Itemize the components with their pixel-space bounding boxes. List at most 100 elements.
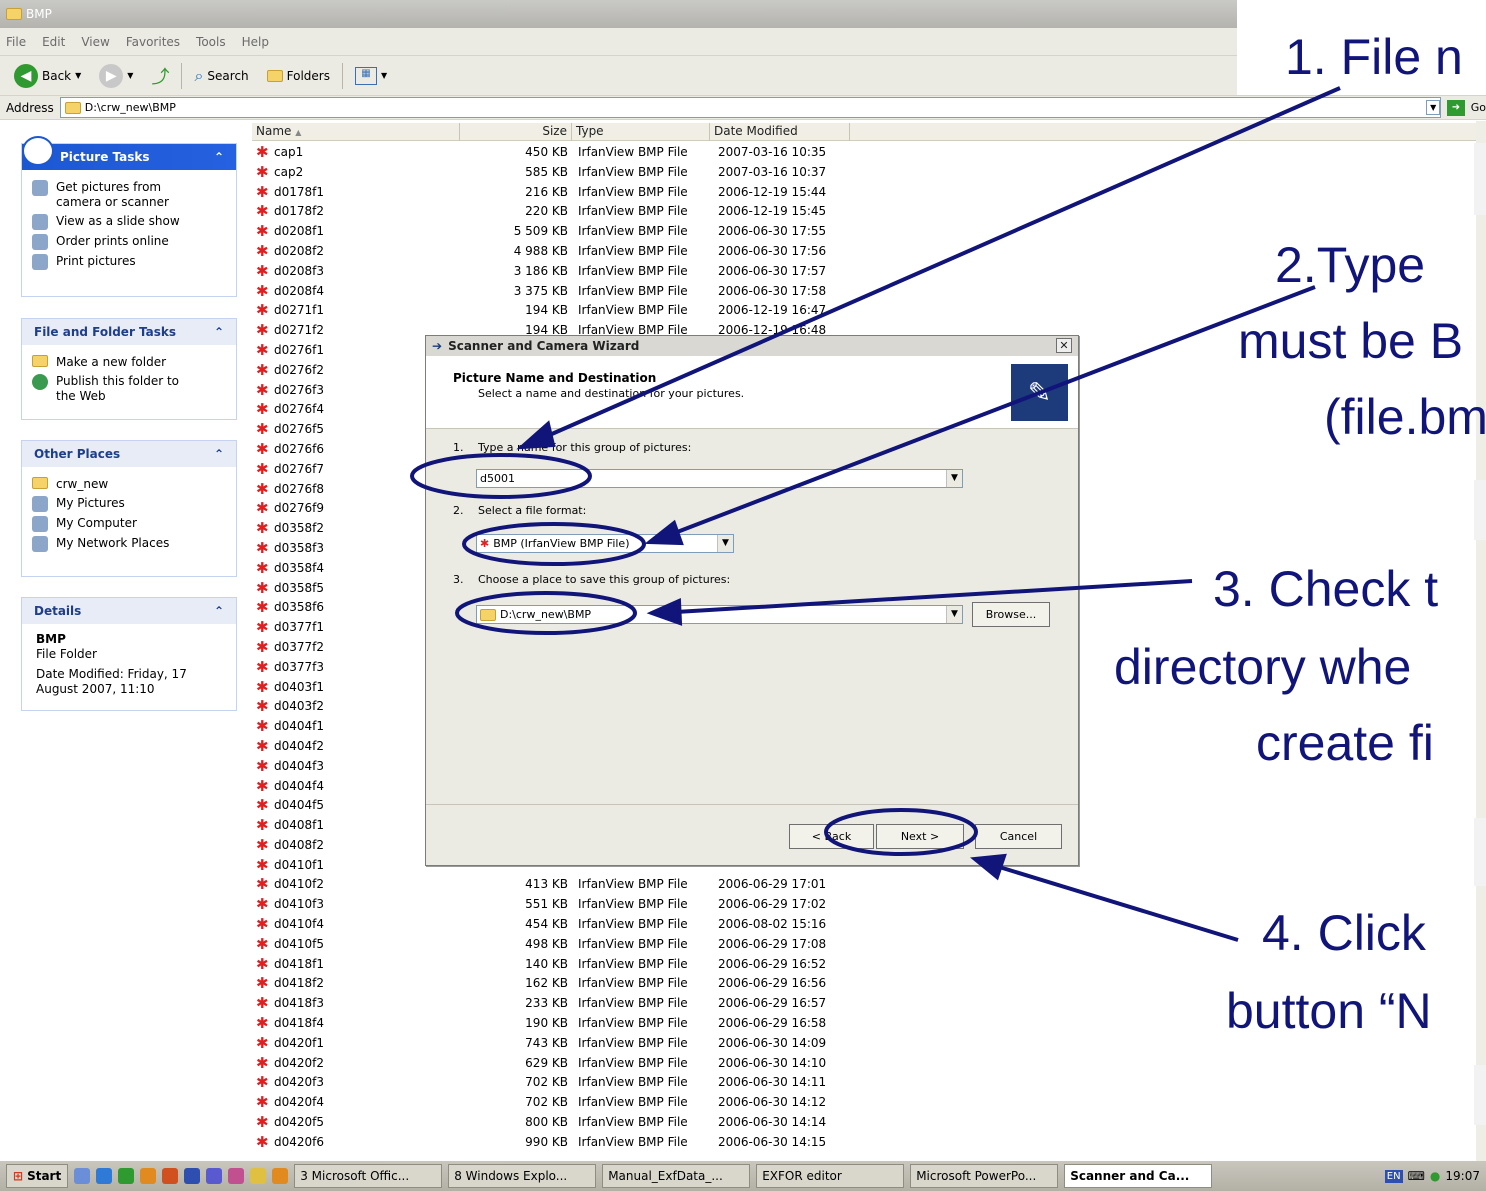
file-folder-tasks-header[interactable]: File and Folder Tasks ⌃ [22,319,236,345]
back-button[interactable]: ◀ Back ▼ [8,61,87,91]
quicklaunch-icon[interactable] [228,1168,245,1184]
file-row[interactable]: ✱ d0420f6 990 KB IrfanView BMP File 2006-06-… [252,1133,892,1153]
task-new-folder[interactable]: Make a new folder [22,353,236,372]
quicklaunch-icon[interactable] [272,1168,289,1184]
collapse-icon[interactable]: ⌃ [214,447,224,461]
file-row[interactable]: ✱ d0420f2 629 KB IrfanView BMP File 2006-06-… [252,1054,892,1074]
search-button[interactable]: ⌕ Search [188,61,254,91]
column-date[interactable]: Date Modified [710,123,850,141]
go-label[interactable]: Go [1471,101,1486,114]
task-publish-folder[interactable]: Publish this folder to the Web [22,372,236,406]
file-row[interactable]: ✱ d0208f4 3 375 KB IrfanView BMP File 2006-0… [252,282,892,302]
menu-favorites[interactable]: Favorites [126,35,180,49]
task-windows-explorer[interactable]: 8 Windows Explo... [448,1164,597,1188]
task-powerpoint[interactable]: Microsoft PowerPo... [910,1164,1059,1188]
file-row[interactable]: ✱ d0410f5 498 KB IrfanView BMP File 2006-06-… [252,935,892,955]
quicklaunch-icon[interactable] [118,1168,135,1184]
task-order-prints[interactable]: Order prints online [22,232,236,252]
task-manual-exfdata[interactable]: Manual_ExfData_... [602,1164,751,1188]
file-row[interactable]: ✱ d0418f3 233 KB IrfanView BMP File 2006-06-… [252,994,892,1014]
task-exfor-editor[interactable]: EXFOR editor [756,1164,905,1188]
keyboard-icon[interactable]: ⌨ [1408,1169,1425,1183]
tray-icon[interactable]: ● [1430,1169,1440,1183]
chevron-down-icon[interactable]: ▼ [717,535,733,552]
views-button[interactable]: ▦ ▼ [349,61,393,91]
chevron-down-icon[interactable]: ▼ [946,606,962,623]
back-button[interactable]: < Back [789,824,874,849]
menu-edit[interactable]: Edit [42,35,65,49]
cancel-button[interactable]: Cancel [975,824,1062,849]
file-row[interactable]: ✱ d0208f2 4 988 KB IrfanView BMP File 2006-0… [252,242,892,262]
destination-select[interactable]: D:\crw_new\BMP ▼ [476,605,963,624]
go-arrow-icon[interactable]: ➜ [1447,99,1465,116]
task-scanner-camera[interactable]: Scanner and Ca... [1064,1164,1213,1188]
file-format-select[interactable]: ✱ BMP (IrfanView BMP File) ▼ [476,534,734,553]
collapse-icon[interactable]: ⌃ [214,325,224,339]
file-row[interactable]: ✱ d0410f3 551 KB IrfanView BMP File 2006-06-… [252,895,892,915]
column-name[interactable]: Name ▲ [252,123,460,141]
menu-tools[interactable]: Tools [196,35,226,49]
file-row[interactable]: ✱ cap2 585 KB IrfanView BMP File 2007-03-16 … [252,163,892,183]
quicklaunch-icon[interactable] [250,1168,267,1184]
quicklaunch-icon[interactable] [206,1168,223,1184]
task-slide-show[interactable]: View as a slide show [22,212,236,232]
place-my-pictures[interactable]: My Pictures [22,494,236,514]
vertical-scrollbar[interactable] [1476,121,1486,1161]
quicklaunch-icon[interactable] [140,1168,157,1184]
file-row[interactable]: ✱ d0410f2 413 KB IrfanView BMP File 2006-06-… [252,875,892,895]
file-type: IrfanView BMP File [578,283,688,298]
file-row[interactable]: ✱ d0208f3 3 186 KB IrfanView BMP File 2006-0… [252,262,892,282]
file-row[interactable]: ✱ d0178f2 220 KB IrfanView BMP File 2006-12-… [252,202,892,222]
column-type[interactable]: Type [572,123,710,141]
file-date: 2006-06-30 14:15 [718,1134,827,1149]
next-button[interactable]: Next > [876,824,964,849]
file-size: 4 988 KB [513,243,568,258]
background-fragment [1474,818,1486,886]
file-row[interactable]: ✱ d0418f2 162 KB IrfanView BMP File 2006-06-… [252,974,892,994]
folders-button[interactable]: Folders [261,61,336,91]
forward-button[interactable]: ▶ ▼ [93,61,139,91]
file-row[interactable]: ✱ d0271f1 194 KB IrfanView BMP File 2006-12-… [252,301,892,321]
file-row[interactable]: ✱ d0418f1 140 KB IrfanView BMP File 2006-06-… [252,955,892,975]
collapse-icon[interactable]: ⌃ [214,604,224,618]
bmp-file-icon: ✱ [256,1113,269,1132]
menu-file[interactable]: File [6,35,26,49]
task-get-pictures[interactable]: Get pictures from camera or scanner [22,178,236,212]
details-header[interactable]: Details ⌃ [22,598,236,624]
quicklaunch-icon[interactable] [162,1168,179,1184]
file-row[interactable]: ✱ d0420f4 702 KB IrfanView BMP File 2006-06-… [252,1093,892,1113]
group-name-input[interactable]: d5001 ▼ [476,469,963,488]
chevron-down-icon[interactable]: ▼ [946,470,962,487]
place-my-network[interactable]: My Network Places [22,534,236,554]
address-field[interactable]: D:\crw_new\BMP ▼ [59,97,1442,118]
task-microsoft-office[interactable]: 3 Microsoft Offic... [294,1164,443,1188]
file-row[interactable]: ✱ cap1 450 KB IrfanView BMP File 2007-03-16 … [252,143,892,163]
task-print-pictures[interactable]: Print pictures [22,252,236,272]
file-row[interactable]: ✱ d0418f4 190 KB IrfanView BMP File 2006-06-… [252,1014,892,1034]
chevron-down-icon[interactable]: ▼ [1426,100,1441,115]
up-folder-button[interactable]: ⤴ [145,61,175,91]
place-crw-new[interactable]: crw_new [22,475,236,494]
menu-help[interactable]: Help [242,35,269,49]
browse-button[interactable]: Browse... [972,602,1050,627]
collapse-icon[interactable]: ⌃ [214,150,224,164]
bmp-file-icon: ✱ [256,875,269,894]
file-row[interactable]: ✱ d0420f3 702 KB IrfanView BMP File 2006-06-… [252,1073,892,1093]
close-icon[interactable]: ✕ [1056,338,1072,353]
language-indicator[interactable]: EN [1384,1169,1403,1183]
file-row[interactable]: ✱ d0178f1 216 KB IrfanView BMP File 2006-12-… [252,183,892,203]
camera-icon [32,180,48,196]
place-my-computer[interactable]: My Computer [22,514,236,534]
quicklaunch-icon[interactable] [74,1168,91,1184]
start-button[interactable]: ⊞ Start [6,1164,69,1188]
file-row[interactable]: ✱ d0420f5 800 KB IrfanView BMP File 2006-06-… [252,1113,892,1133]
file-row[interactable]: ✱ d0410f4 454 KB IrfanView BMP File 2006-08-… [252,915,892,935]
quicklaunch-icon[interactable] [184,1168,201,1184]
picture-tasks-header[interactable]: Picture Tasks ⌃ [22,144,236,170]
file-row[interactable]: ✱ d0420f1 743 KB IrfanView BMP File 2006-06-… [252,1034,892,1054]
file-row[interactable]: ✱ d0208f1 5 509 KB IrfanView BMP File 2006-0… [252,222,892,242]
quicklaunch-icon[interactable] [96,1168,113,1184]
other-places-header[interactable]: Other Places ⌃ [22,441,236,467]
menu-view[interactable]: View [81,35,109,49]
column-size[interactable]: Size [460,123,572,141]
